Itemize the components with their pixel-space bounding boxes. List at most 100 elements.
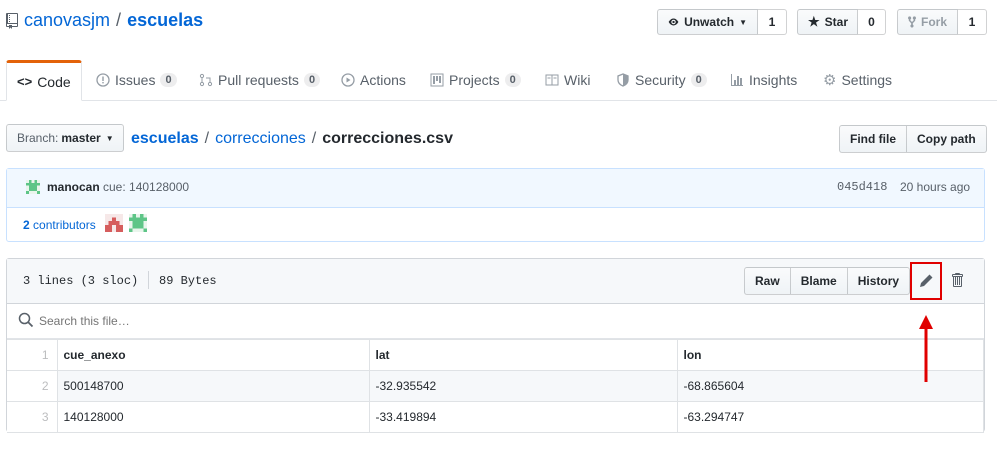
delete-file-button[interactable] [950,272,966,290]
tab-pull-requests-label: Pull requests [218,72,299,88]
tab-settings[interactable]: ⚙ Settings [823,60,892,100]
repo-title: canovasjm / escuelas [6,10,203,31]
tab-issues[interactable]: Issues 0 [96,60,177,100]
pull-requests-count-badge: 0 [303,73,321,87]
edit-file-button[interactable] [910,262,942,300]
star-icon: ★ [808,14,820,29]
fork-label: Fork [920,15,947,29]
fork-group: Fork 1 [897,9,987,35]
commit-time: 20 hours ago [900,180,971,194]
branch-name: master [61,131,101,145]
commit-header: manocan cue: 140128000 045d418 20 hours … [7,169,984,208]
contributor-avatar[interactable] [129,214,147,232]
star-button[interactable]: ★ Star [797,9,858,35]
file-nav-actions: Find file Copy path [839,125,987,153]
tab-actions[interactable]: Actions [341,60,406,100]
search-file-input[interactable] [37,309,941,333]
table-cell: 500148700 [56,370,370,402]
chevron-down-icon: ▼ [105,133,114,143]
breadcrumb-separator: / [311,130,317,147]
breadcrumb-repo-link[interactable]: escuelas [131,130,199,148]
table-cell: -33.419894 [368,401,678,433]
watch-group: Unwatch ▼ 1 [657,9,787,35]
contributors-count: 2 [23,218,30,232]
history-button[interactable]: History [846,267,911,295]
trashcan-icon [952,273,963,287]
table-row: 3 140128000 -33.419894 -63.294747 [7,401,984,433]
commit-author-link[interactable]: manocan [47,180,100,194]
branch-selector[interactable]: Branch: master ▼ [6,124,124,152]
commit-message-link[interactable]: cue: 140128000 [103,180,189,194]
column-header: lat [368,339,678,371]
tab-code-label: Code [37,73,71,90]
search-icon [18,312,34,328]
repo-owner-link[interactable]: canovasjm [24,10,110,31]
table-cell: -32.935542 [368,370,678,402]
line-number[interactable]: 1 [7,339,58,371]
tab-wiki-label: Wiki [564,72,591,88]
line-number[interactable]: 2 [7,370,58,402]
contributors-link[interactable]: 2 contributors [23,218,96,232]
book-icon [545,74,559,86]
security-count-badge: 0 [690,73,707,87]
eye-icon [668,18,679,26]
chevron-down-icon: ▼ [739,17,747,27]
avatar[interactable] [26,180,40,194]
repo-nav: <> Code Issues 0 Pull requests 0 Actions… [0,60,997,101]
star-group: ★ Star 0 [797,9,886,35]
tab-issues-label: Issues [115,72,156,88]
issue-icon [96,73,110,87]
graph-icon [731,74,743,86]
file-view-buttons: Raw Blame History [744,267,911,295]
project-icon [430,73,444,87]
tab-security[interactable]: Security 0 [616,60,707,100]
blame-button[interactable]: Blame [789,267,848,295]
raw-button[interactable]: Raw [744,267,791,295]
file-view: 3 lines (3 sloc) 89 Bytes Raw Blame Hist… [6,258,985,433]
tab-pull-requests[interactable]: Pull requests 0 [199,60,321,100]
annotation-arrow [919,315,933,382]
unwatch-button[interactable]: Unwatch ▼ [657,9,758,35]
tab-security-label: Security [635,72,686,88]
file-size-info: 89 Bytes [159,274,217,288]
issues-count-badge: 0 [160,73,177,87]
tab-insights[interactable]: Insights [730,60,797,100]
gear-icon: ⚙ [823,72,837,89]
divider [148,271,149,289]
shield-icon [617,73,629,87]
fork-count[interactable]: 1 [958,9,987,35]
star-count[interactable]: 0 [858,9,886,35]
repo-name-link[interactable]: escuelas [127,10,203,31]
fork-button[interactable]: Fork [897,9,958,35]
code-icon: <> [17,74,33,89]
table-cell: -68.865604 [676,370,984,402]
tab-settings-label: Settings [841,72,893,88]
tab-code[interactable]: <> Code [6,60,82,101]
repo-separator: / [116,10,122,30]
column-header: cue_anexo [56,339,370,371]
breadcrumb-file: correcciones.csv [322,130,453,147]
tab-wiki[interactable]: Wiki [545,60,590,100]
breadcrumb-separator: / [204,130,210,147]
column-header: lon [676,339,984,371]
file-search-bar [7,303,984,339]
contributor-avatar[interactable] [105,214,123,232]
repo-icon [6,12,18,29]
line-number[interactable]: 3 [7,401,58,433]
commit-sha-link[interactable]: 045d418 [837,180,887,194]
breadcrumb-dir-link[interactable]: correcciones [215,130,306,148]
breadcrumb: escuelas / correcciones / correcciones.c… [131,130,453,148]
csv-table: 1 cue_anexo lat lon 2 500148700 -32.9355… [7,339,984,433]
pencil-icon [920,274,933,287]
table-cell: 140128000 [56,401,370,433]
branch-prefix: Branch: [17,131,59,145]
tab-projects-label: Projects [449,72,500,88]
projects-count-badge: 0 [504,73,521,87]
find-file-button[interactable]: Find file [839,125,907,153]
contributors-label: contributors [33,218,96,232]
tab-actions-label: Actions [360,72,406,88]
watch-count[interactable]: 1 [758,9,787,35]
unwatch-label: Unwatch [684,15,735,29]
copy-path-button[interactable]: Copy path [906,125,987,153]
tab-projects[interactable]: Projects 0 [430,60,521,100]
